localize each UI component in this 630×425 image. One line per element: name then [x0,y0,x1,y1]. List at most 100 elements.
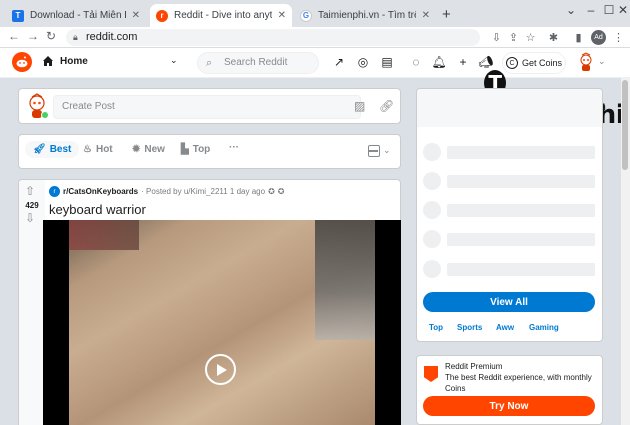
talk-icon[interactable]: ▤ [379,55,395,69]
create-post-placeholder: Create Post [62,101,115,112]
share-icon[interactable]: ⇪ [506,30,521,45]
view-all-button[interactable]: View All [423,292,595,312]
award-icon: ✪ [268,187,275,196]
sort-new[interactable]: ✹ New [132,144,165,155]
image-upload-icon[interactable]: ▨ [354,99,365,113]
profile-avatar[interactable]: Ad [591,30,606,45]
sort-top[interactable]: ▙ Top [181,144,210,155]
user-avatar[interactable] [25,92,51,120]
minimize-icon[interactable]: – [582,3,600,17]
home-dropdown[interactable]: Home [42,55,88,67]
topic-sports[interactable]: Sports [457,323,482,332]
topic-aww[interactable]: Aww [496,323,514,332]
close-icon[interactable]: ✕ [422,10,430,21]
back-icon[interactable]: ← [8,29,20,43]
skeleton-row [423,260,595,280]
post-author-time: · Posted by u/Kimi_2211 1 day ago [141,187,266,196]
tab-title: Taimienphi.vn - Tìm trên Google [318,10,416,21]
chevron-down-icon[interactable]: ⌄ [170,55,178,66]
user-avatar[interactable] [576,52,596,72]
browser-tab-1[interactable]: T Download - Tải Miễn Phí VN - Ph ✕ [6,4,146,27]
play-button-icon[interactable] [205,354,236,385]
extension-icon[interactable]: ✱ [546,30,561,45]
scrollbar-thumb[interactable] [622,80,628,170]
advertise-megaphone-icon[interactable]: 📣︎ [478,55,494,69]
video-player[interactable] [43,220,401,425]
browser-tab-strip: T Download - Tải Miễn Phí VN - Ph ✕ r Re… [0,0,630,27]
layout-view-icon[interactable] [368,145,380,157]
topic-top[interactable]: Top [429,323,443,332]
close-window-icon[interactable]: ✕ [614,3,630,17]
tab-favicon: T [12,9,24,22]
video-frame [69,220,375,425]
sort-bar: 🚀︎ Best ♨ Hot ✹ New ▙ Top ··· ⌄ [18,134,401,169]
url-text: reddit.com [86,31,138,43]
post-card[interactable]: ⇧ 429 ⇩ r r/CatsOnKeyboards · Posted by … [18,179,401,425]
sort-new-label: New [144,144,165,155]
sort-hot-label: Hot [95,144,113,155]
coins-icon[interactable]: ◎ [355,55,371,69]
premium-title: Reddit Premium [445,362,503,371]
reddit-logo-icon[interactable] [12,52,32,72]
sidebar-toggle-icon[interactable]: ▮ [571,30,586,45]
flame-icon: ♨ [83,144,92,155]
skeleton-row [423,201,595,221]
home-icon [43,56,53,66]
sort-best[interactable]: 🚀︎ Best [25,141,80,158]
subreddit-link[interactable]: r/CatsOnKeyboards [63,187,138,196]
create-post-input[interactable]: Create Post [53,95,361,119]
post-title[interactable]: keyboard warrior [49,202,146,217]
bar-chart-icon: ▙ [181,144,189,155]
sort-top-label: Top [192,144,211,155]
get-coins-label: Get Coins [521,58,563,68]
forward-icon[interactable]: → [27,29,39,43]
premium-widget: Reddit Premium The best Reddit experienc… [416,355,603,425]
downvote-arrow-icon[interactable]: ⇩ [25,211,35,225]
browser-toolbar: ← → ↻ 🔒︎ reddit.com ⇩ ⇪ ☆ ✱ ▮ Ad ⋮ [0,27,630,48]
user-menu-chevron-icon[interactable]: ⌄ [598,56,606,67]
lock-icon[interactable]: 🔒︎ [73,29,78,46]
reddit-favicon: r [156,9,168,22]
skeleton-row [423,143,595,163]
post-meta: r r/CatsOnKeyboards · Posted by u/Kimi_2… [49,186,284,197]
create-post-plus-icon[interactable]: + [455,55,471,69]
more-options-icon[interactable]: ··· [229,142,239,153]
award-icon: ✪ [277,187,285,196]
new-tab-icon[interactable]: + [442,6,451,23]
notification-bell-icon[interactable]: 🔔︎ [431,55,447,69]
shield-icon [424,366,438,382]
tab-title: Reddit - Dive into anything [174,10,272,21]
popular-icon[interactable]: ↗ [331,55,347,69]
sort-hot[interactable]: ♨ Hot [83,144,113,155]
search-placeholder: Search Reddit [224,57,288,68]
skeleton-row [423,172,595,192]
install-app-icon[interactable]: ⇩ [489,30,504,45]
kebab-menu-icon[interactable]: ⋮ [611,30,626,45]
chat-icon[interactable]: ◌ [408,55,424,69]
communities-widget: View All Top Sports Aww Gaming [416,88,603,342]
coin-icon: C [505,57,518,69]
skeleton-row [423,230,595,250]
browser-tab-3[interactable]: G Taimienphi.vn - Tìm trên Google ✕ [294,4,436,27]
topic-gaming[interactable]: Gaming [529,323,559,332]
link-icon[interactable]: 🔗︎ [379,99,394,113]
bookmark-star-icon[interactable]: ☆ [523,30,538,45]
tab-search-icon[interactable]: ⌄ [562,3,580,17]
browser-tab-2[interactable]: r Reddit - Dive into anything ✕ [150,4,292,27]
sort-best-label: Best [49,144,72,155]
reload-icon[interactable]: ↻ [46,29,56,43]
search-input[interactable]: ⌕ Search Reddit [197,52,319,74]
chevron-down-icon[interactable]: ⌄ [383,145,391,156]
home-label: Home [60,55,88,67]
premium-description: The best Reddit experience, with monthly… [445,373,592,393]
upvote-arrow-icon[interactable]: ⇧ [25,184,35,198]
create-post-card: Create Post ▨ 🔗︎ [18,88,401,124]
close-icon[interactable]: ✕ [132,10,140,21]
subreddit-icon[interactable]: r [49,186,60,197]
address-bar[interactable]: 🔒︎ reddit.com [66,29,480,46]
close-icon[interactable]: ✕ [278,10,286,21]
google-favicon: G [300,9,312,22]
search-icon: ⌕ [206,57,213,69]
widget-header [417,89,602,127]
try-now-button[interactable]: Try Now [423,396,595,416]
